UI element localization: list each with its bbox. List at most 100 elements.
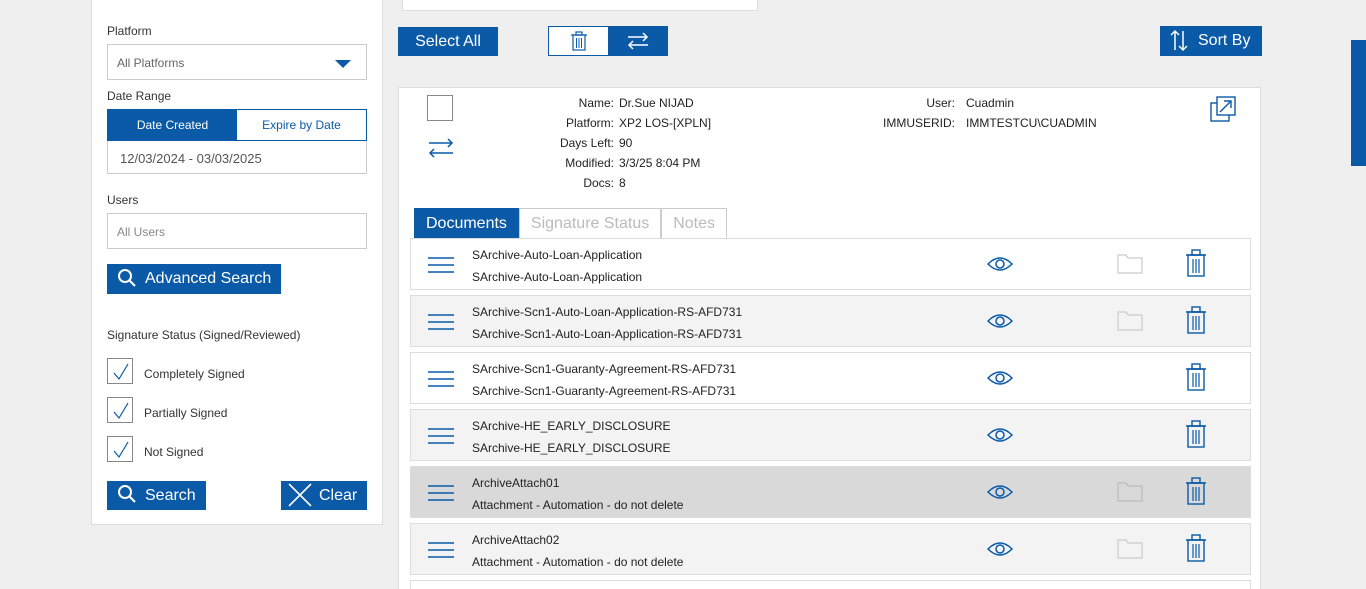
meta-key: Days Left: — [559, 136, 614, 150]
checkmark-icon — [113, 363, 129, 381]
users-label: Users — [107, 193, 139, 207]
checkmark-icon — [113, 441, 129, 459]
filter-sidebar: Platform All Platforms Date Range Date C… — [91, 0, 383, 525]
meta-value: 3/3/25 8:04 PM — [619, 156, 701, 170]
trash-icon[interactable] — [1185, 363, 1207, 391]
clear-button[interactable]: Clear — [281, 481, 367, 510]
document-name: ArchiveAttach01 — [472, 476, 560, 490]
meta-value: XP2 LOS-[XPLN] — [619, 116, 712, 130]
tab-date-created[interactable]: Date Created — [108, 110, 237, 140]
checkbox-completely-signed[interactable] — [107, 358, 133, 384]
document-row[interactable]: SArchive-Scn1-Auto-Loan-Application-RS-A… — [410, 295, 1251, 347]
meta-key: Docs: — [583, 176, 614, 190]
document-description: Attachment - Automation - do not delete — [472, 498, 684, 512]
select-all-button[interactable]: Select All — [398, 27, 498, 56]
advanced-search-label: Advanced Search — [145, 270, 272, 287]
document-name: SArchive-Scn1-Guaranty-Agreement-RS-AFD7… — [472, 362, 737, 376]
tab-signature-status[interactable]: Signature Status — [518, 208, 662, 238]
trash-icon[interactable] — [1185, 477, 1207, 505]
package-card: Name: Platform: Days Left: Modified: Doc… — [398, 87, 1261, 589]
document-description: Attachment - Automation - do not delete — [472, 555, 684, 569]
search-icon — [118, 485, 136, 503]
tab-notes[interactable]: Notes — [661, 208, 728, 238]
document-row[interactable]: ArchiveAttach01 Attachment - Automation … — [410, 466, 1251, 518]
trash-icon[interactable] — [1185, 420, 1207, 448]
eye-icon[interactable] — [987, 426, 1013, 444]
checkbox-label: Partially Signed — [144, 406, 228, 420]
open-external-icon[interactable] — [1209, 95, 1237, 123]
eye-icon[interactable] — [987, 483, 1013, 501]
hamburger-menu-icon[interactable] — [428, 371, 454, 387]
advanced-search-button[interactable]: Advanced Search — [107, 264, 281, 294]
select-all-label: Select All — [415, 32, 481, 50]
document-description: SArchive-Scn1-Auto-Loan-Application-RS-A… — [472, 327, 743, 341]
meta-value: IMMTESTCU\CUADMIN — [966, 116, 1097, 130]
folder-icon[interactable] — [1117, 480, 1143, 502]
document-row[interactable]: ArchiveAttach02 Attachment - Automation … — [410, 523, 1251, 575]
tab-expire-by-date[interactable]: Expire by Date — [237, 110, 366, 140]
package-meta-values-2: Cuadmin IMMTESTCU\CUADMIN — [966, 93, 1097, 133]
bulk-transfer-button[interactable] — [608, 27, 667, 55]
hamburger-menu-icon[interactable] — [428, 542, 454, 558]
users-placeholder: All Users — [117, 225, 166, 239]
eye-icon[interactable] — [987, 369, 1013, 387]
meta-value: Cuadmin — [966, 96, 1015, 110]
signature-status-label: Signature Status (Signed/Reviewed) — [107, 328, 301, 342]
transfer-arrows-icon[interactable] — [427, 137, 455, 159]
tab-documents[interactable]: Documents — [414, 208, 519, 238]
hamburger-menu-icon[interactable] — [428, 314, 454, 330]
document-row[interactable]: SArchive-Auto-Loan-Application SArchive-… — [410, 238, 1251, 290]
folder-icon[interactable] — [1117, 537, 1143, 559]
document-name: ArchiveAttach02 — [472, 533, 560, 547]
document-description: SArchive-Scn1-Guaranty-Agreement-RS-AFD7… — [472, 384, 737, 398]
search-label: Search — [145, 486, 196, 504]
search-icon — [118, 269, 136, 287]
checkbox-label: Not Signed — [144, 445, 204, 459]
sort-arrows-icon — [1170, 29, 1188, 52]
document-name: SArchive-Scn1-Auto-Loan-Application-RS-A… — [472, 305, 743, 319]
platform-select[interactable]: All Platforms — [107, 44, 367, 80]
document-row[interactable]: SArchive-Scn1-Guaranty-Agreement-RS-AFD7… — [410, 352, 1251, 404]
folder-icon[interactable] — [1117, 252, 1143, 274]
meta-key: Name: — [578, 96, 614, 110]
bulk-delete-button[interactable] — [549, 27, 608, 55]
date-range-label: Date Range — [107, 89, 172, 103]
package-select-checkbox[interactable] — [427, 95, 453, 121]
search-button[interactable]: Search — [107, 481, 206, 510]
document-row[interactable]: SArchive-HE_EARLY_DISCLOSURE SArchive-HE… — [410, 409, 1251, 461]
folder-icon[interactable] — [1117, 309, 1143, 331]
bulk-action-group — [548, 26, 668, 56]
eye-icon[interactable] — [987, 255, 1013, 273]
meta-value: 90 — [619, 136, 633, 150]
document-tabs: Documents Signature Status Notes — [414, 208, 728, 238]
package-meta-keys: Name: Platform: Days Left: Modified: Doc… — [539, 93, 614, 193]
hamburger-menu-icon[interactable] — [428, 485, 454, 501]
close-icon — [288, 483, 312, 507]
trash-icon[interactable] — [1185, 249, 1207, 277]
package-meta-keys-2: User: IMMUSERID: — [859, 93, 955, 133]
document-name: SArchive-Auto-Loan-Application — [472, 248, 643, 262]
meta-value: Dr.Sue NIJAD — [619, 96, 694, 110]
trash-icon — [570, 31, 587, 51]
eye-icon[interactable] — [987, 540, 1013, 558]
meta-key: IMMUSERID: — [883, 116, 955, 130]
trash-icon[interactable] — [1185, 306, 1207, 334]
trash-icon[interactable] — [1185, 534, 1207, 562]
document-description: SArchive-HE_EARLY_DISCLOSURE — [472, 441, 671, 455]
checkbox-not-signed[interactable] — [107, 436, 133, 462]
date-range-input[interactable]: 12/03/2024 - 03/03/2025 — [107, 141, 367, 174]
meta-key: Platform: — [565, 116, 614, 130]
sort-by-label: Sort By — [1198, 32, 1251, 49]
checkbox-partially-signed[interactable] — [107, 397, 133, 423]
meta-value: 8 — [619, 176, 626, 190]
sort-by-button[interactable]: Sort By — [1160, 26, 1262, 56]
users-input[interactable]: All Users — [107, 213, 367, 249]
eye-icon[interactable] — [987, 312, 1013, 330]
document-row[interactable] — [410, 580, 1251, 589]
caret-down-icon — [335, 60, 351, 68]
side-panel-tab[interactable] — [1351, 40, 1366, 166]
clear-label: Clear — [319, 486, 358, 504]
hamburger-menu-icon[interactable] — [428, 257, 454, 273]
hamburger-menu-icon[interactable] — [428, 428, 454, 444]
checkmark-icon — [113, 402, 129, 420]
